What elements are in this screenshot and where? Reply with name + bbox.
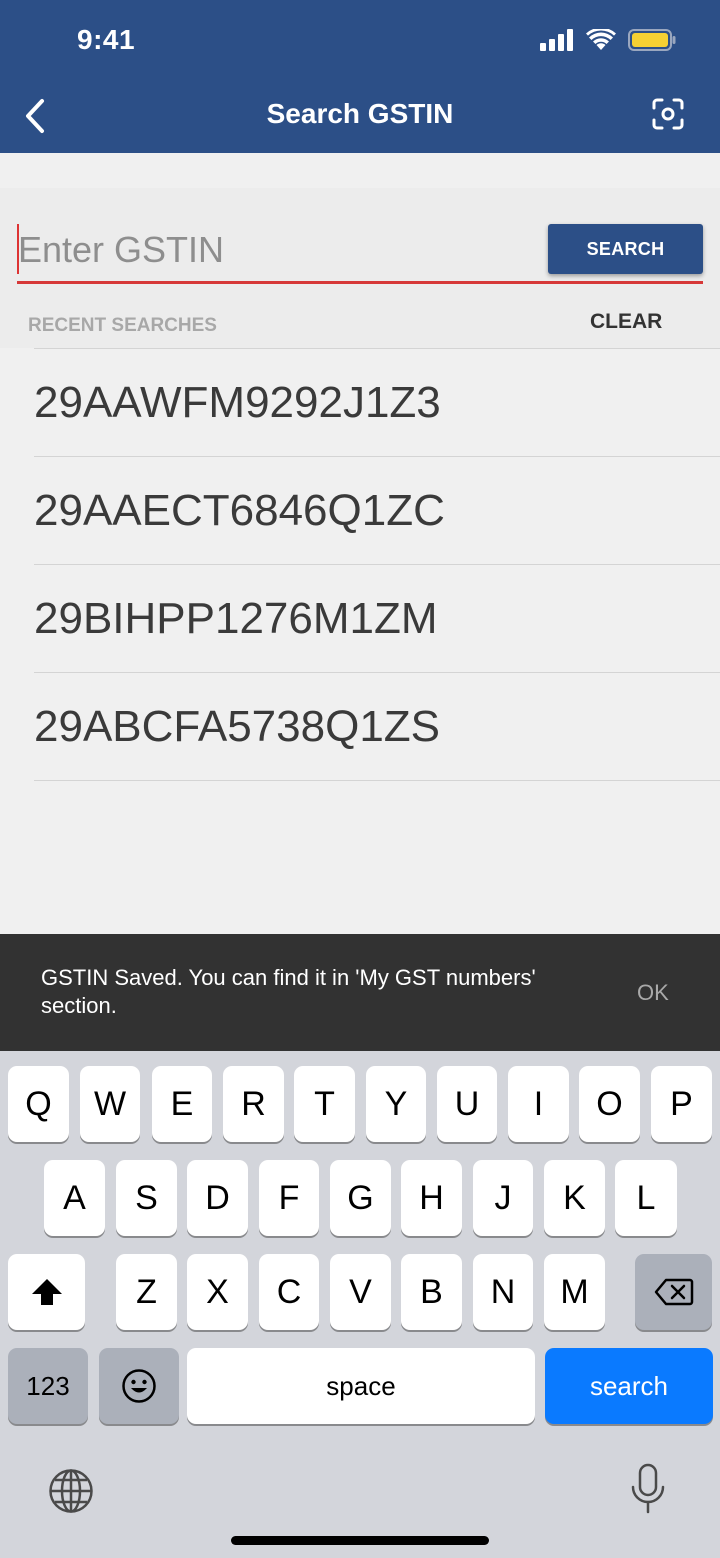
backspace-key[interactable] [635,1254,712,1330]
snackbar-message: GSTIN Saved. You can find it in 'My GST … [41,965,536,1018]
emoji-icon [122,1369,156,1403]
recent-search-item[interactable]: 29ABCFA5738Q1ZS [34,672,720,780]
key-s[interactable]: S [116,1160,177,1236]
recent-search-item[interactable]: 29AAWFM9292J1Z3 [34,348,720,456]
recent-search-item[interactable]: 29BIHPP1276M1ZM [34,564,720,672]
app-header: 9:41 Search GSTIN [0,0,720,153]
key-m[interactable]: M [544,1254,605,1330]
recent-search-item[interactable]: 29AAECT6846Q1ZC [34,456,720,564]
key-q[interactable]: Q [8,1066,69,1142]
key-k[interactable]: K [544,1160,605,1236]
emoji-key[interactable] [99,1348,179,1424]
signal-icon [540,29,573,51]
key-b[interactable]: B [401,1254,462,1330]
key-u[interactable]: U [437,1066,497,1142]
wifi-icon [586,29,616,50]
space-key[interactable]: space [187,1348,535,1424]
key-j[interactable]: J [473,1160,533,1236]
key-h[interactable]: H [401,1160,462,1236]
key-v[interactable]: V [330,1254,391,1330]
backspace-icon [654,1278,693,1306]
scan-button[interactable] [650,96,686,132]
recent-searches-list: 29AAWFM9292J1Z3 29AAECT6846Q1ZC 29BIHPP1… [0,348,720,781]
battery-icon [628,29,676,51]
shift-key[interactable] [8,1254,85,1330]
key-a[interactable]: A [44,1160,105,1236]
key-g[interactable]: G [330,1160,391,1236]
key-x[interactable]: X [187,1254,248,1330]
microphone-icon [631,1463,665,1514]
key-w[interactable]: W [80,1066,140,1142]
clear-button[interactable]: CLEAR [590,310,662,334]
recent-searches-label: RECENT SEARCHES [28,315,217,336]
status-icons [540,28,676,52]
key-i[interactable]: I [508,1066,569,1142]
key-o[interactable]: O [579,1066,640,1142]
scan-icon [652,98,684,130]
page-title: Search GSTIN [266,98,454,129]
list-divider [34,780,720,781]
globe-icon [49,1469,93,1513]
numbers-key[interactable]: 123 [8,1348,88,1424]
key-d[interactable]: D [187,1160,248,1236]
input-underline [17,281,703,284]
shift-icon [31,1279,62,1305]
keyboard: Q W E R T Y U I O P A S D F G H J K L Z … [0,1051,720,1558]
key-z[interactable]: Z [116,1254,177,1330]
text-caret [17,224,19,274]
key-l[interactable]: L [615,1160,677,1236]
search-button[interactable]: SEARCH [548,224,703,274]
key-y[interactable]: Y [366,1066,426,1142]
status-time: 9:41 [77,24,136,55]
key-r[interactable]: R [223,1066,284,1142]
globe-key[interactable] [48,1468,94,1514]
key-c[interactable]: C [259,1254,319,1330]
key-f[interactable]: F [259,1160,319,1236]
gstin-search-input[interactable] [18,222,538,278]
snackbar-ok-button[interactable]: OK [637,980,669,1006]
key-p[interactable]: P [651,1066,712,1142]
key-n[interactable]: N [473,1254,533,1330]
microphone-key[interactable] [630,1463,666,1515]
home-indicator [231,1536,489,1545]
key-t[interactable]: T [294,1066,355,1142]
key-e[interactable]: E [152,1066,212,1142]
keyboard-search-key[interactable]: search [545,1348,713,1424]
